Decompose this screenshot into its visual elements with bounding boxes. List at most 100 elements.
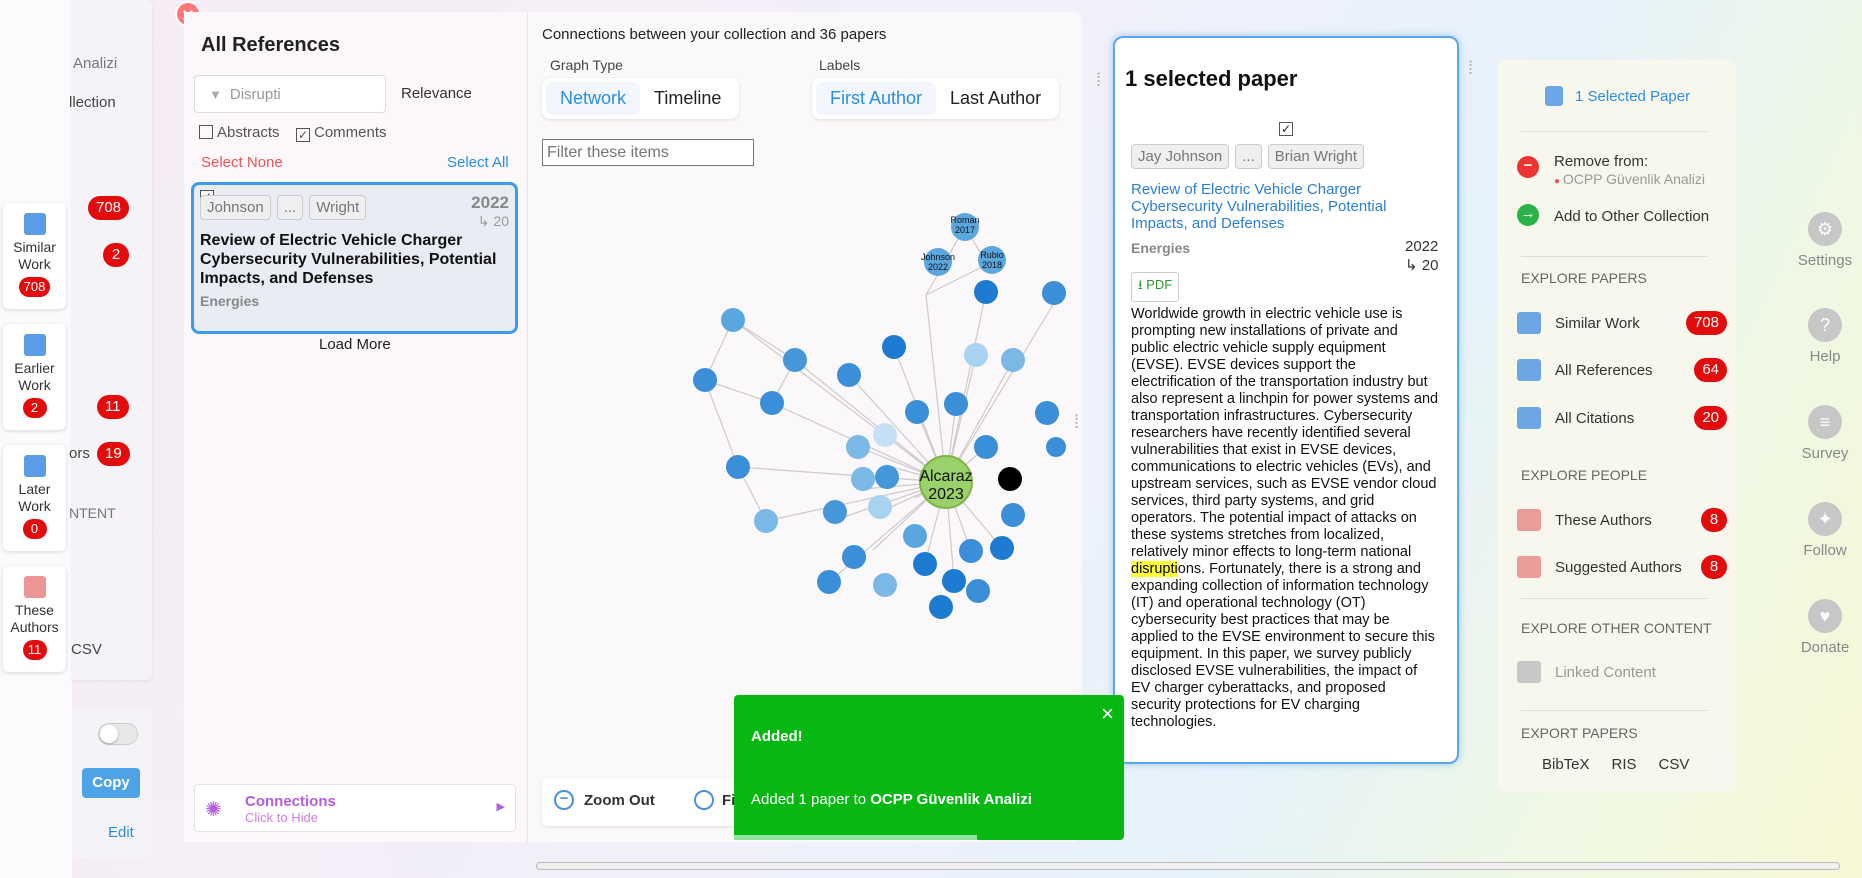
fit-icon[interactable] [694,790,714,810]
badge: 2 [103,243,129,267]
help-icon: ? [1808,308,1842,342]
select-none-link[interactable]: Select None [201,154,283,171]
selected-paper-link[interactable]: 1 Selected Paper [1545,86,1690,106]
labels-toggle: First Author Last Author [812,78,1060,119]
filter-input[interactable]: ▼ Disrupti [194,75,386,113]
these-authors-item[interactable]: These Authors 8 [1517,508,1727,532]
all-references-item[interactable]: All References 64 [1517,358,1727,382]
load-more-button[interactable]: Load More [319,336,391,353]
all-citations-item[interactable]: All Citations 20 [1517,406,1727,430]
pdf-button[interactable]: ⭳ PDF [1131,272,1180,302]
toast-notification: Added! × Added 1 paper to OCPP Güvenlik … [734,695,1124,840]
network-graph[interactable]: Alcaraz 2023 Roman 2017 Johnson 2022 Rub… [528,172,1068,622]
section-heading: EXPORT PAPERS [1521,725,1638,741]
paper-journal: Energies [200,293,260,309]
select-all-link[interactable]: Select All [447,154,509,171]
author-chip[interactable]: Jay Johnson [1131,144,1230,169]
remove-from-label[interactable]: Remove from: [1554,153,1648,170]
add-icon[interactable]: → [1517,204,1539,226]
these-authors-count: 11 [22,640,47,660]
suggested-authors-item[interactable]: Suggested Authors 8 [1517,555,1727,579]
badge: 64 [1694,358,1727,382]
remove-icon[interactable]: − [1517,156,1539,178]
people-icon [1517,556,1541,578]
twitter-icon: ✦ [1808,502,1842,536]
people-icon [1517,509,1541,531]
zoom-out-icon[interactable]: − [554,790,574,810]
node-year: 2017 [955,225,975,235]
paper-title[interactable]: Review of Electric Vehicle Charger Cyber… [200,231,510,288]
selected-paper-panel: 1 selected paper ✓ Jay Johnson ... Brian… [1113,36,1459,764]
author-chip[interactable]: Brian Wright [1267,144,1365,169]
badge: 708 [1685,311,1727,335]
document-icon [1517,312,1541,334]
copy-button[interactable]: Copy [82,768,140,798]
horizontal-scrollbar[interactable] [536,862,1840,870]
drag-handle-icon[interactable]: ⁞ [1468,58,1473,79]
filter-items-input[interactable] [542,139,754,166]
similar-work-count: 708 [18,277,51,297]
zoom-out-button[interactable]: Zoom Out [584,792,655,809]
add-other-collection[interactable]: Add to Other Collection [1554,208,1709,225]
linked-document-icon [1517,661,1541,683]
badge: 8 [1701,555,1727,579]
author-ellipsis[interactable]: ... [1235,144,1262,169]
author-chip[interactable]: Wright [309,195,367,220]
citation-count: ↳ 20 [477,213,509,229]
node-year: 2022 [928,262,948,272]
node-label: Roman [950,215,979,225]
help-button[interactable]: ? Help [1785,308,1862,365]
section-heading: EXPLORE PEOPLE [1521,467,1648,483]
timeline-option[interactable]: Timeline [640,82,735,115]
node-label: Johnson [921,252,955,262]
documents-stack-icon [23,455,46,477]
badge: 19 [97,442,130,466]
these-authors-button[interactable]: These Authors 11 [3,566,66,672]
survey-button[interactable]: ≡ Survey [1785,405,1862,462]
csv-export[interactable]: CSV [1659,756,1690,773]
abstracts-checkbox[interactable]: Abstracts [199,124,280,141]
settings-button[interactable]: ⚙ Settings [1785,212,1862,269]
collection-link[interactable]: llection [69,94,116,111]
first-author-option[interactable]: First Author [816,82,937,115]
author-ellipsis[interactable]: ... [276,195,304,220]
checkbox-icon [199,125,213,139]
edit-link[interactable]: Edit [108,824,134,841]
checkmark-icon[interactable]: ✓ [1279,122,1293,136]
similar-work-item[interactable]: Similar Work 708 [1517,311,1727,335]
last-author-option[interactable]: Last Author [936,82,1055,115]
follow-button[interactable]: ✦ Follow [1785,502,1862,559]
later-work-button[interactable]: Later Work 0 [3,445,66,551]
divider [1521,256,1707,257]
csv-link[interactable]: CSV [71,641,102,658]
selected-journal: Energies [1131,240,1191,256]
collection-panel-behind: Analizi llection 708 2 11 ors 19 NTENT C… [69,0,152,680]
center-node-year: 2023 [928,486,964,503]
network-option[interactable]: Network [546,82,641,115]
sort-select[interactable]: Relevance [401,85,472,102]
close-icon[interactable]: × [1101,701,1114,727]
chevron-right-icon: ▶ [496,801,505,813]
similar-work-button[interactable]: Similar Work 708 [3,203,66,309]
bibtex-export[interactable]: BibTeX [1542,756,1590,773]
chat-icon: ≡ [1808,405,1842,439]
drag-handle-icon[interactable]: ⁞ [1074,412,1079,433]
author-chip[interactable]: Johnson [200,195,271,220]
badge: 20 [1694,406,1727,430]
checkmark-icon: ✓ [296,128,310,142]
divider [1521,131,1707,132]
left-strip [0,0,72,878]
toggle-switch[interactable] [98,723,138,745]
earlier-work-button[interactable]: Earlier Work 2 [3,324,66,430]
paper-card[interactable]: ✓ Johnson ... Wright 2022 ↳ 20 Review of… [191,182,518,334]
drag-handle-icon[interactable]: ⁞ [1096,70,1101,91]
donate-button[interactable]: ♥ Donate [1785,599,1862,656]
selected-title-link[interactable]: Review of Electric Vehicle Charger Cyber… [1131,181,1407,232]
ris-export[interactable]: RIS [1612,756,1637,773]
comments-checkbox[interactable]: ✓ Comments [296,124,387,142]
heart-icon: ♥ [1808,599,1842,633]
right-panel: 1 Selected Paper − Remove from: ● OCPP G… [1497,60,1736,792]
connections-toggle[interactable]: ✺ Connections Click to Hide ▶ [194,784,516,832]
linked-content-item[interactable]: Linked Content [1517,661,1656,683]
section-heading: EXPLORE OTHER CONTENT [1521,620,1712,636]
